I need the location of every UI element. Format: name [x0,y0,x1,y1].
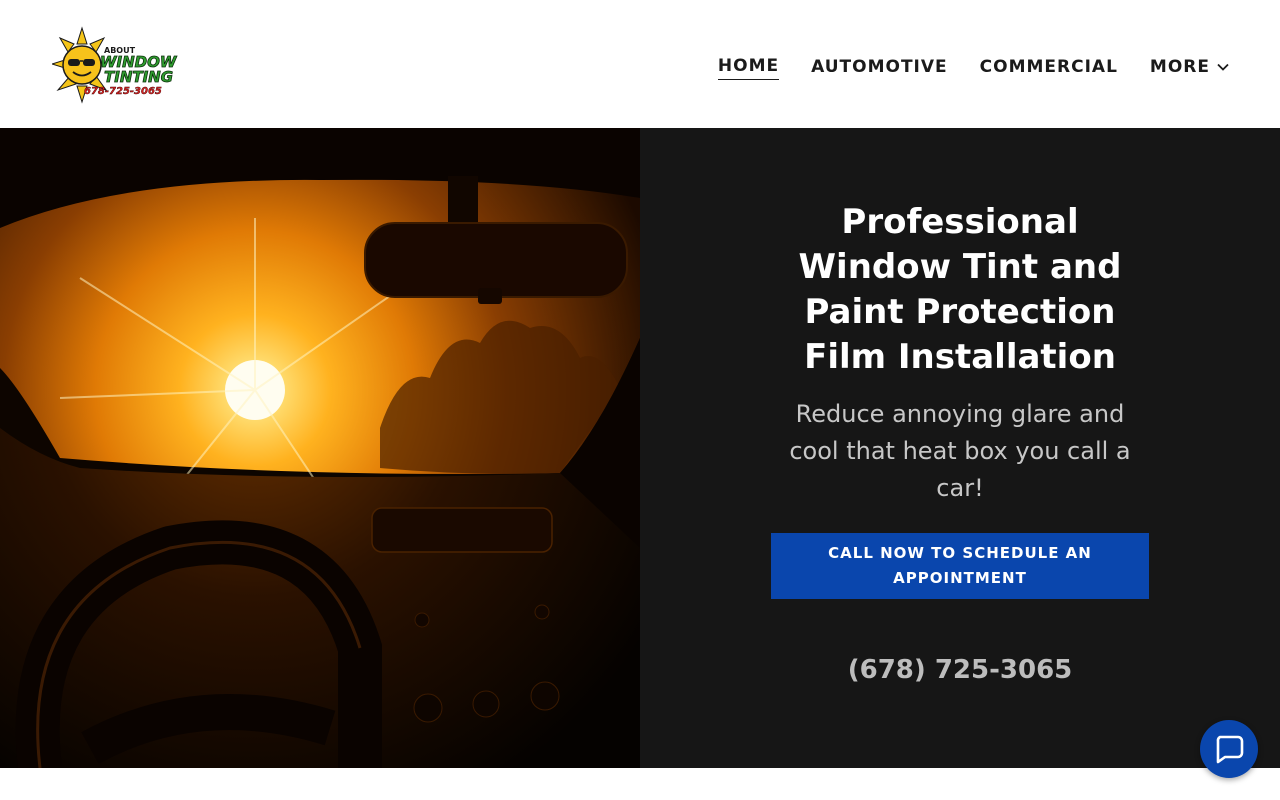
nav-item-label: HOME [717,56,780,76]
sun-logo-icon: ABOUT WINDOW TINTING 678-725-3065 [50,26,178,104]
phone-number-link[interactable]: (678) 725-3065 [760,655,1160,685]
hero-image [0,128,640,768]
nav-item-label: MORE [1149,56,1210,77]
nav-item-label: AUTOMOTIVE [811,56,948,77]
main-nav: HOME AUTOMOTIVE COMMERCIAL MORE [717,55,1230,81]
hero-subheading: Reduce annoying glare and cool that heat… [789,400,1131,502]
chevron-down-icon [1217,63,1229,71]
nav-item-home[interactable]: HOME [717,56,780,80]
site-header: ABOUT WINDOW TINTING 678-725-3065 HOME A… [0,0,1280,128]
hero-headline: Professional Window Tint and Paint Prote… [798,202,1122,377]
chat-button[interactable] [1200,720,1258,778]
nav-item-label: COMMERCIAL [979,56,1118,77]
hero-content-panel: Professional Window Tint and Paint Prote… [640,128,1280,768]
page-bottom [0,768,1280,800]
call-now-button[interactable]: CALL NOW TO SCHEDULE AN APPOINTMENT [771,533,1149,599]
site-logo[interactable]: ABOUT WINDOW TINTING 678-725-3065 [50,26,188,104]
nav-item-automotive[interactable]: AUTOMOTIVE [811,57,948,80]
sunset-windshield-illustration [0,128,640,768]
hero-section: Professional Window Tint and Paint Prote… [0,128,1280,768]
nav-item-more[interactable]: MORE [1150,57,1230,80]
svg-text:678-725-3065: 678-725-3065 [84,86,162,97]
nav-item-commercial[interactable]: COMMERCIAL [980,57,1118,80]
chat-bubble-icon [1216,735,1244,764]
svg-text:TINTING: TINTING [104,68,173,86]
